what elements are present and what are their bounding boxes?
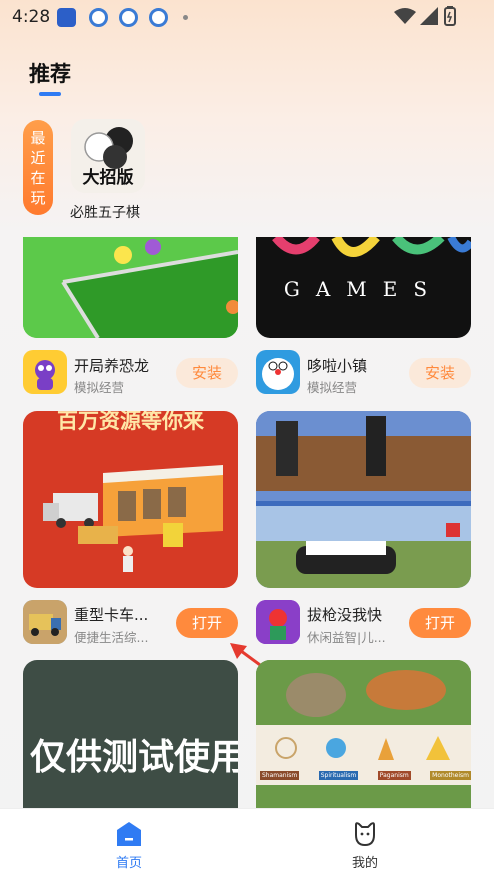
recent-app-name[interactable]: 必胜五子棋	[70, 202, 140, 222]
app-name[interactable]: 哆啦小镇	[307, 355, 367, 376]
install-button[interactable]: 安装	[176, 358, 238, 388]
nav-home[interactable]: 首页	[104, 815, 154, 873]
religion-label: Paganism	[377, 771, 411, 780]
wifi-icon	[394, 8, 416, 24]
app-icon[interactable]	[23, 350, 67, 394]
app-category: 模拟经营	[74, 380, 125, 395]
banner-graphic	[43, 465, 223, 572]
app-category: 便捷生活综...	[74, 630, 149, 645]
nav-mine[interactable]: 我的	[340, 815, 390, 873]
game-banner[interactable]	[23, 237, 238, 338]
game-banner[interactable]: 百万资源等你来	[23, 411, 238, 588]
banner-graphic	[256, 660, 471, 820]
app-name[interactable]: 重型卡车...	[74, 604, 148, 625]
recent-label-char: 最	[30, 128, 46, 147]
game-banner[interactable]: 仅供测试使用	[23, 660, 238, 820]
religion-labels: Shamanism Spiritualism Paganism Monothei…	[260, 771, 471, 780]
banner-text: 仅供测试使用	[29, 737, 238, 778]
recent-app-icon[interactable]: 大招版	[71, 119, 145, 193]
open-button[interactable]: 打开	[176, 608, 238, 638]
status-bar: 4:28	[0, 0, 494, 34]
recent-label-char: 近	[30, 148, 46, 167]
page-title[interactable]: 推荐	[29, 58, 71, 88]
game-banner[interactable]: Shamanism Spiritualism Paganism Monothei…	[256, 660, 471, 820]
app-icon[interactable]	[23, 600, 67, 644]
profile-bear-icon	[355, 822, 375, 847]
gunslinger-icon	[256, 600, 300, 644]
banner-text: GAMES	[283, 277, 444, 301]
banner-graphic	[23, 237, 238, 338]
nav-home-label: 首页	[116, 856, 143, 871]
recent-thumb-label: 大招版	[82, 168, 134, 188]
notification-browser-icon	[89, 8, 108, 27]
battery-icon	[444, 6, 456, 26]
app-icon[interactable]	[256, 600, 300, 644]
recent-label-char: 玩	[30, 188, 46, 207]
doraemon-icon	[262, 358, 294, 390]
banner-graphic	[256, 411, 471, 588]
truck-icon	[23, 600, 67, 644]
recent-label: 最 近 在 玩	[23, 120, 53, 215]
open-button[interactable]: 打开	[409, 608, 471, 638]
notification-browser-icon	[149, 8, 168, 27]
tab-indicator	[39, 92, 61, 96]
app-category: 模拟经营	[307, 380, 358, 395]
notification-browser-icon	[119, 8, 138, 27]
notification-app-icon	[57, 8, 76, 27]
religion-label: Monotheism	[430, 771, 471, 780]
status-time: 4:28	[12, 7, 51, 27]
nav-mine-label: 我的	[352, 856, 379, 871]
game-banner[interactable]	[256, 411, 471, 588]
status-dot-icon	[183, 15, 188, 20]
bottom-nav: 首页 我的	[0, 808, 494, 879]
signal-icon	[420, 7, 438, 25]
dinosaur-icon	[35, 360, 55, 390]
install-button[interactable]: 安装	[409, 358, 471, 388]
recent-label-char: 在	[30, 168, 46, 187]
religion-label: Shamanism	[260, 771, 300, 780]
religion-label: Spiritualism	[318, 771, 359, 780]
home-icon	[117, 822, 141, 846]
app-name[interactable]: 拔枪没我快	[307, 604, 382, 625]
game-banner[interactable]: GAMES	[256, 237, 471, 338]
app-icon[interactable]	[256, 350, 300, 394]
app-name[interactable]: 开局养恐龙	[74, 355, 149, 376]
